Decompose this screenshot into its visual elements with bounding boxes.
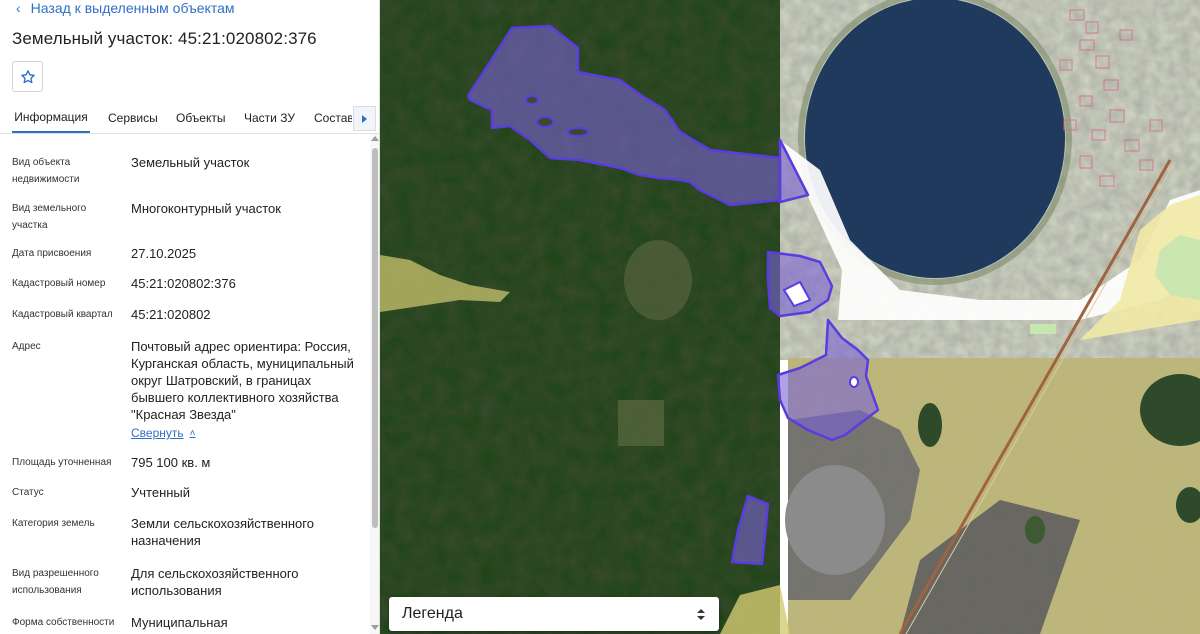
chevron-left-icon: ‹ bbox=[16, 0, 21, 16]
property-label: Кадастровый номер bbox=[12, 278, 106, 289]
parcel-hole bbox=[849, 376, 859, 388]
collapse-address-link[interactable]: Свернуть ˄ bbox=[131, 426, 195, 440]
property-label: Площадь уточненная bbox=[12, 457, 112, 468]
map-canvas[interactable] bbox=[380, 0, 1200, 634]
property-label: Категория земель bbox=[12, 518, 95, 529]
property-label: Вид земельного участка bbox=[12, 203, 87, 231]
property-value: 795 100 кв. м bbox=[131, 455, 211, 470]
parcel-hole bbox=[525, 95, 539, 105]
property-value: Для сельскохозяйственного использования bbox=[131, 566, 299, 598]
star-icon bbox=[20, 69, 35, 83]
scroll-thumb[interactable] bbox=[372, 148, 378, 528]
property-value: Земельный участок bbox=[131, 155, 250, 170]
favorite-button[interactable] bbox=[12, 61, 43, 92]
property-value: 45:21:020802:376 bbox=[131, 276, 236, 291]
property-value: 45:21:020802 bbox=[131, 307, 211, 322]
tab-bar: Информация Сервисы Объекты Части ЗУ Сост… bbox=[0, 102, 379, 134]
property-value: Почтовый адрес ориентира: Россия, Курган… bbox=[131, 339, 354, 422]
property-label: Вид разрешенного использования bbox=[12, 568, 99, 596]
tab-objects[interactable]: Объекты bbox=[176, 102, 226, 133]
collapse-label: Свернуть bbox=[131, 426, 184, 440]
tree-patch bbox=[918, 403, 942, 447]
tabs-scroll-right-button[interactable] bbox=[353, 106, 376, 131]
legend-dropdown[interactable]: Легенда bbox=[389, 597, 719, 631]
tab-land-parts[interactable]: Части ЗУ bbox=[244, 102, 295, 133]
legend-title: Легенда bbox=[402, 605, 463, 622]
property-label: Адрес bbox=[12, 341, 41, 352]
up-down-arrows-icon bbox=[697, 608, 705, 620]
tab-information[interactable]: Информация bbox=[12, 102, 90, 133]
property-value: 27.10.2025 bbox=[131, 246, 197, 261]
parcel-hole bbox=[567, 127, 589, 137]
back-to-selected-link[interactable]: ‹ Назад к выделенным объектам bbox=[16, 0, 235, 16]
property-value: Учтенный bbox=[131, 485, 191, 500]
tree-patch bbox=[1025, 516, 1045, 544]
property-label: Форма собственности bbox=[12, 617, 115, 628]
forest-clearing bbox=[624, 240, 692, 320]
parcel-hole bbox=[536, 116, 554, 128]
zone-green-small bbox=[1030, 324, 1056, 334]
property-value: Многоконтурный участок bbox=[131, 201, 281, 216]
forest-clearing-square bbox=[618, 400, 664, 446]
chevron-right-icon bbox=[362, 114, 367, 123]
tab-composition[interactable]: Состав bbox=[314, 102, 352, 133]
map-view[interactable] bbox=[380, 0, 1200, 634]
grey-field-crater bbox=[785, 465, 885, 575]
scroll-up-arrow-icon[interactable] bbox=[371, 136, 379, 141]
property-label: Статус bbox=[12, 487, 44, 498]
info-panel: ‹ Назад к выделенным объектам Земельный … bbox=[0, 0, 380, 634]
property-value: Муниципальная bbox=[131, 615, 228, 630]
back-link-label: Назад к выделенным объектам bbox=[30, 0, 235, 16]
scroll-down-arrow-icon[interactable] bbox=[371, 625, 379, 630]
page-title: Земельный участок: 45:21:020802:376 bbox=[12, 29, 317, 48]
property-label: Вид объекта недвижимости bbox=[12, 157, 80, 185]
property-label: Дата присвоения bbox=[12, 248, 92, 259]
property-label: Кадастровый квартал bbox=[12, 309, 113, 320]
chevron-up-icon: ˄ bbox=[189, 427, 196, 439]
tab-services[interactable]: Сервисы bbox=[108, 102, 158, 133]
properties-list: Вид объекта недвижимости Земельный участ… bbox=[0, 134, 370, 634]
property-value: Земли сельскохозяйственного назначения bbox=[131, 516, 314, 548]
